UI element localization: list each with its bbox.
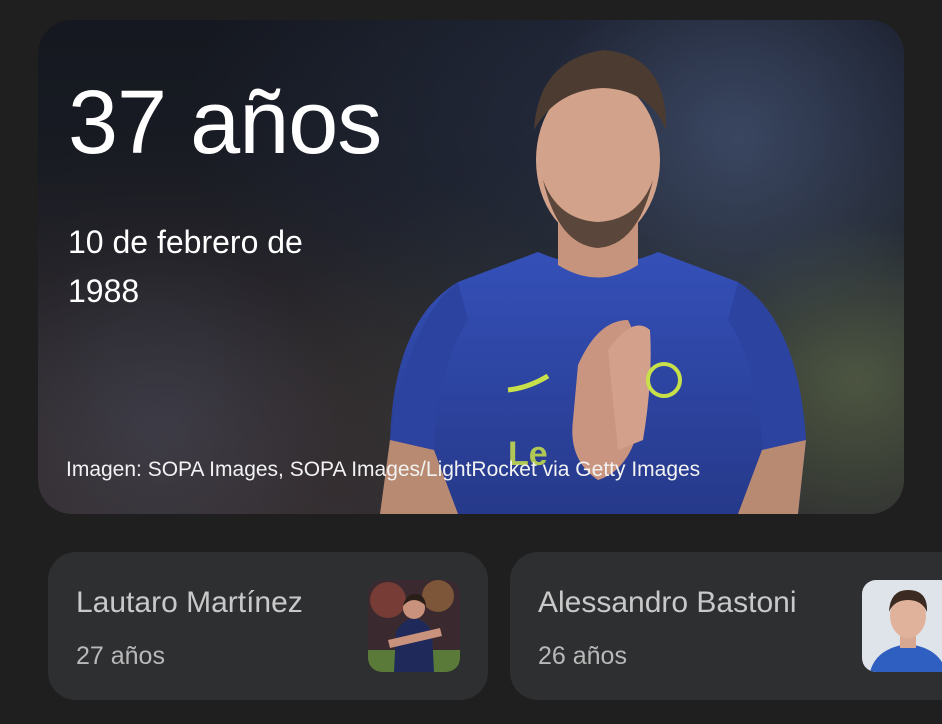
related-player-card[interactable]: Lautaro Martínez 27 años <box>48 552 488 700</box>
related-player-name: Alessandro Bastoni <box>538 586 797 619</box>
birth-date: 10 de febrero de 1988 <box>68 224 303 309</box>
image-credit: Imagen: SOPA Images, SOPA Images/LightRo… <box>66 458 701 481</box>
player-thumbnail-image <box>368 580 460 672</box>
hero-card[interactable]: Le 37 años 10 de febrero de 1988 Imagen:… <box>38 20 904 514</box>
related-player-age: 27 años <box>76 642 165 670</box>
player-age: 37 años <box>68 73 382 173</box>
player-thumbnail-image <box>862 580 942 672</box>
related-player-card[interactable]: Alessandro Bastoni 26 años <box>510 552 942 700</box>
related-player-age: 26 años <box>538 642 627 670</box>
related-player-name: Lautaro Martínez <box>76 586 303 619</box>
player-thumbnail <box>862 580 942 672</box>
player-thumbnail <box>368 580 460 672</box>
page: Le 37 años 10 de febrero de 1988 Imagen:… <box>0 0 942 724</box>
